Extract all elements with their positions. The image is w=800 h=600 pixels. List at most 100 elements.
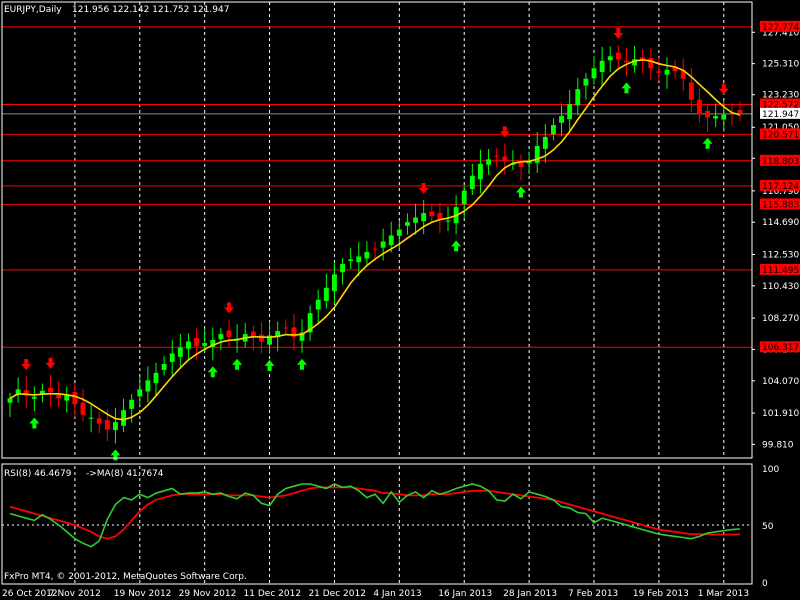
candle-body (202, 343, 208, 346)
candle-body (737, 110, 743, 114)
candle-body (169, 353, 175, 362)
candle-body (542, 136, 548, 149)
candle-body (194, 337, 199, 347)
rsi-ma-label: ->MA(8) 41.7674 (86, 469, 164, 479)
level-tag-text: 115.883 (762, 200, 799, 210)
candle-body (721, 114, 727, 120)
candle-body (461, 190, 467, 205)
time-axis-label: 1 Mar 2013 (698, 589, 749, 599)
price-axis-label: 125.310 (762, 60, 799, 70)
candle-body (615, 52, 621, 60)
price-axis-label: 108.270 (762, 314, 799, 324)
candle-body (372, 248, 378, 250)
candle-body (96, 418, 102, 424)
candle-body (161, 363, 167, 370)
candle-body (445, 220, 451, 222)
candle-body (697, 99, 702, 115)
candle-body (48, 387, 53, 393)
current-price-text: 121.947 (762, 110, 799, 120)
candle-body (332, 274, 337, 292)
level-tag-text: 127.774 (762, 23, 799, 33)
rsi-axis-label: 50 (762, 522, 774, 532)
candle-body (494, 155, 500, 157)
chart-window[interactable]: 26 Oct 20127 Nov 2012 19 Nov 2012 29 Nov 2… (0, 0, 800, 600)
candle-body (31, 396, 37, 399)
time-axis-label: 7 Feb 2013 (568, 589, 618, 599)
time-axis-label: 29 Nov 2012 (179, 589, 237, 599)
level-tag-text: 118.803 (762, 157, 799, 167)
candle-body (113, 422, 118, 431)
candle-body (559, 116, 564, 123)
candle-body (348, 259, 354, 262)
level-tag-text: 120.571 (762, 130, 799, 140)
price-axis-label: 101.910 (762, 409, 799, 419)
candle-body (518, 162, 524, 167)
time-axis-label: 28 Jan 2013 (503, 589, 557, 599)
ohlc-label: 121.956 122.142 121.752 121.947 (72, 5, 229, 15)
level-tag-text: 106.317 (762, 343, 799, 353)
candle-body (315, 299, 321, 310)
candle-body (413, 217, 418, 223)
candle-body (364, 251, 370, 259)
candle-body (437, 212, 443, 220)
candle-body (380, 241, 386, 248)
candle-body (80, 402, 86, 415)
candle-body (259, 334, 264, 342)
candle-body (656, 71, 662, 73)
candle-body (64, 395, 70, 401)
candle-body (226, 330, 232, 338)
candle-body (469, 175, 475, 189)
candle-body (688, 82, 694, 100)
time-axis-label: 21 Dec 2012 (308, 589, 366, 599)
rsi-axis-label: 100 (762, 465, 779, 475)
candle-body (396, 229, 402, 236)
candle-body (72, 392, 78, 405)
time-axis-label: 19 Feb 2013 (633, 589, 689, 599)
candle-body (478, 163, 483, 180)
candle-body (283, 327, 289, 329)
candle-body (186, 341, 191, 349)
time-axis-label: 19 Nov 2012 (114, 589, 172, 599)
candle-body (153, 372, 159, 384)
candle-body (664, 69, 670, 75)
level-tag-text: 117.124 (762, 182, 799, 192)
price-axis-label: 110.430 (762, 282, 799, 292)
candle-body (388, 235, 394, 246)
symbol-label: EURJPY,Daily (4, 5, 62, 15)
candle-body (486, 159, 491, 165)
candle-body (56, 394, 62, 399)
level-tag-text: 111.495 (762, 266, 799, 276)
candle-body (567, 104, 573, 120)
candle-body (145, 380, 151, 392)
price-axis-label: 104.070 (762, 377, 799, 387)
rsi-label: RSI(8) 46.4679 (4, 469, 72, 479)
time-axis-label: 16 Jan 2013 (438, 589, 492, 599)
candle-body (405, 222, 410, 226)
candle-body (624, 60, 629, 63)
copyright-text: FxPro MT4, © 2001-2012, MetaQuotes Softw… (4, 572, 247, 582)
rsi-axis-label: 0 (762, 579, 768, 589)
candle-body (104, 419, 110, 430)
price-axis-label: 114.690 (762, 218, 799, 228)
candle-body (340, 263, 345, 273)
candle-body (129, 399, 135, 409)
candle-body (121, 410, 126, 426)
candle-body (575, 89, 581, 106)
candle-body (421, 213, 427, 222)
candle-body (356, 256, 362, 263)
candle-body (705, 110, 710, 118)
candle-body (137, 389, 143, 397)
time-axis-label: 7 Nov 2012 (49, 589, 101, 599)
candle-body (607, 56, 613, 61)
candle-body (177, 347, 183, 357)
time-axis-label: 11 Dec 2012 (244, 589, 301, 599)
price-axis-label: 112.530 (762, 250, 799, 260)
candle-body (713, 116, 719, 119)
candle-body (599, 60, 605, 72)
candle-body (429, 211, 435, 217)
candle-body (648, 58, 654, 69)
candle-body (323, 287, 329, 301)
candle-body (583, 78, 589, 86)
candle-body (502, 156, 508, 161)
price-axis-label: 99.810 (762, 440, 794, 450)
